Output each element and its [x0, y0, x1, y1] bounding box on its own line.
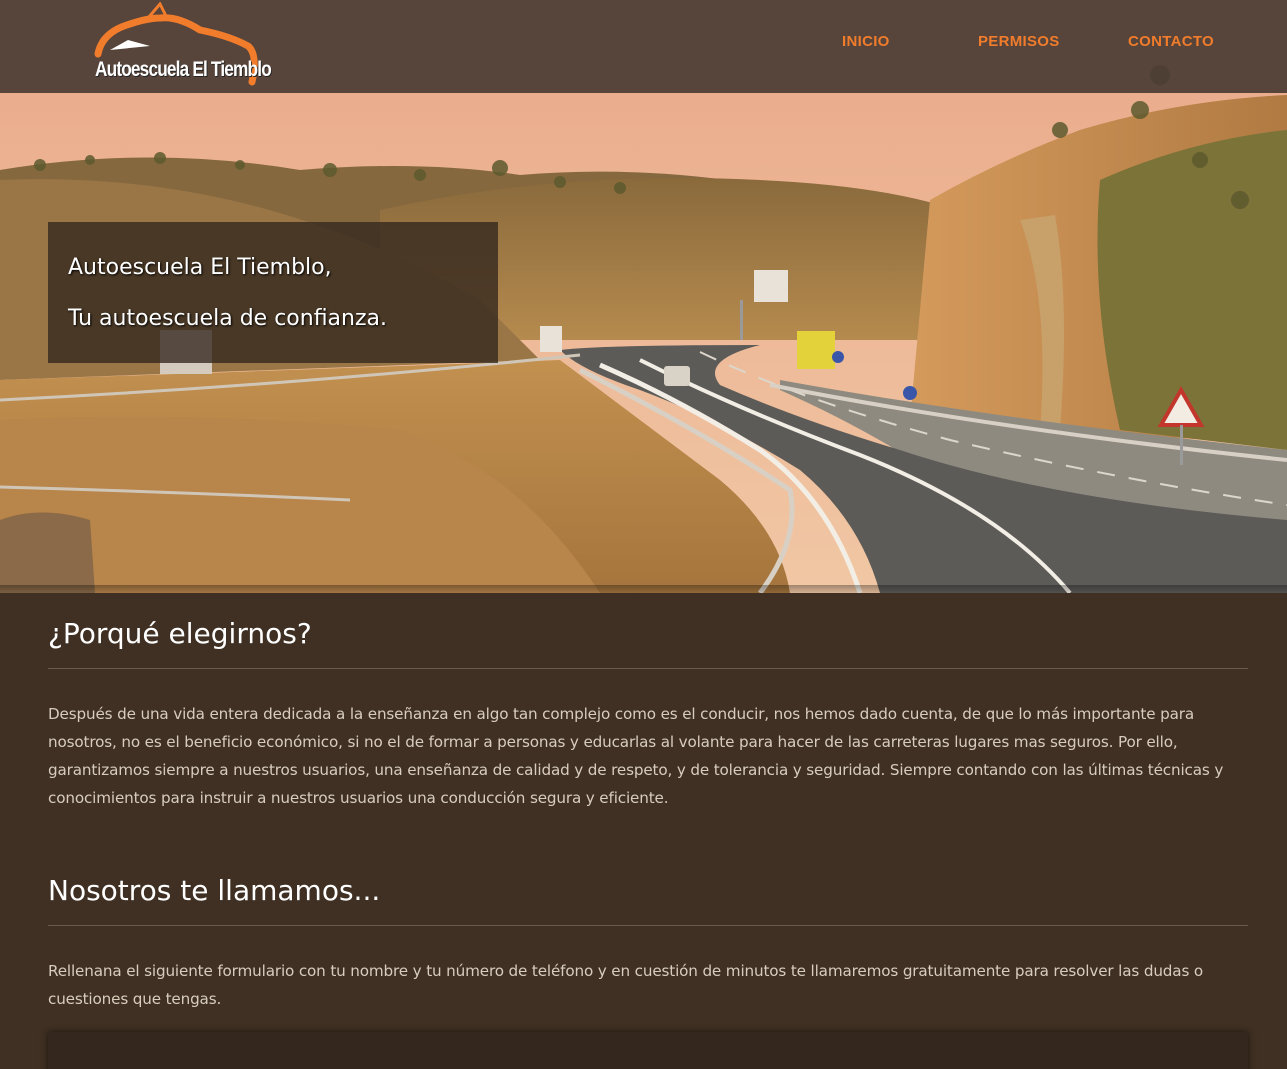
call-section: Nosotros te llamamos... Rellenana el sig…	[48, 871, 1248, 1013]
callback-form	[48, 1032, 1248, 1069]
why-section: ¿Porqué elegirnos? Después de una vida e…	[48, 614, 1248, 812]
call-heading: Nosotros te llamamos...	[48, 871, 1248, 926]
nav-inicio[interactable]: INICIO	[842, 33, 890, 50]
nav-permisos[interactable]: PERMISOS	[978, 33, 1060, 50]
nav-contacto[interactable]: CONTACTO	[1128, 33, 1214, 50]
hero-title: Autoescuela El Tiemblo,	[68, 255, 332, 280]
why-heading: ¿Porqué elegirnos?	[48, 614, 1248, 669]
navbar: Autoescuela El Tiemblo INICIO PERMISOS C…	[0, 0, 1287, 93]
hero-shadow	[0, 585, 1287, 593]
logo-text: Autoescuela El Tiemblo	[95, 58, 272, 81]
main-nav: INICIO PERMISOS CONTACTO	[0, 33, 1287, 53]
call-text: Rellenana el siguiente formulario con tu…	[48, 962, 1204, 1008]
hero-subtitle: Tu autoescuela de confianza.	[68, 306, 387, 331]
hero-caption: Autoescuela El Tiemblo, Tu autoescuela d…	[48, 222, 498, 363]
why-text: Después de una vida entera dedicada a la…	[48, 705, 1224, 807]
